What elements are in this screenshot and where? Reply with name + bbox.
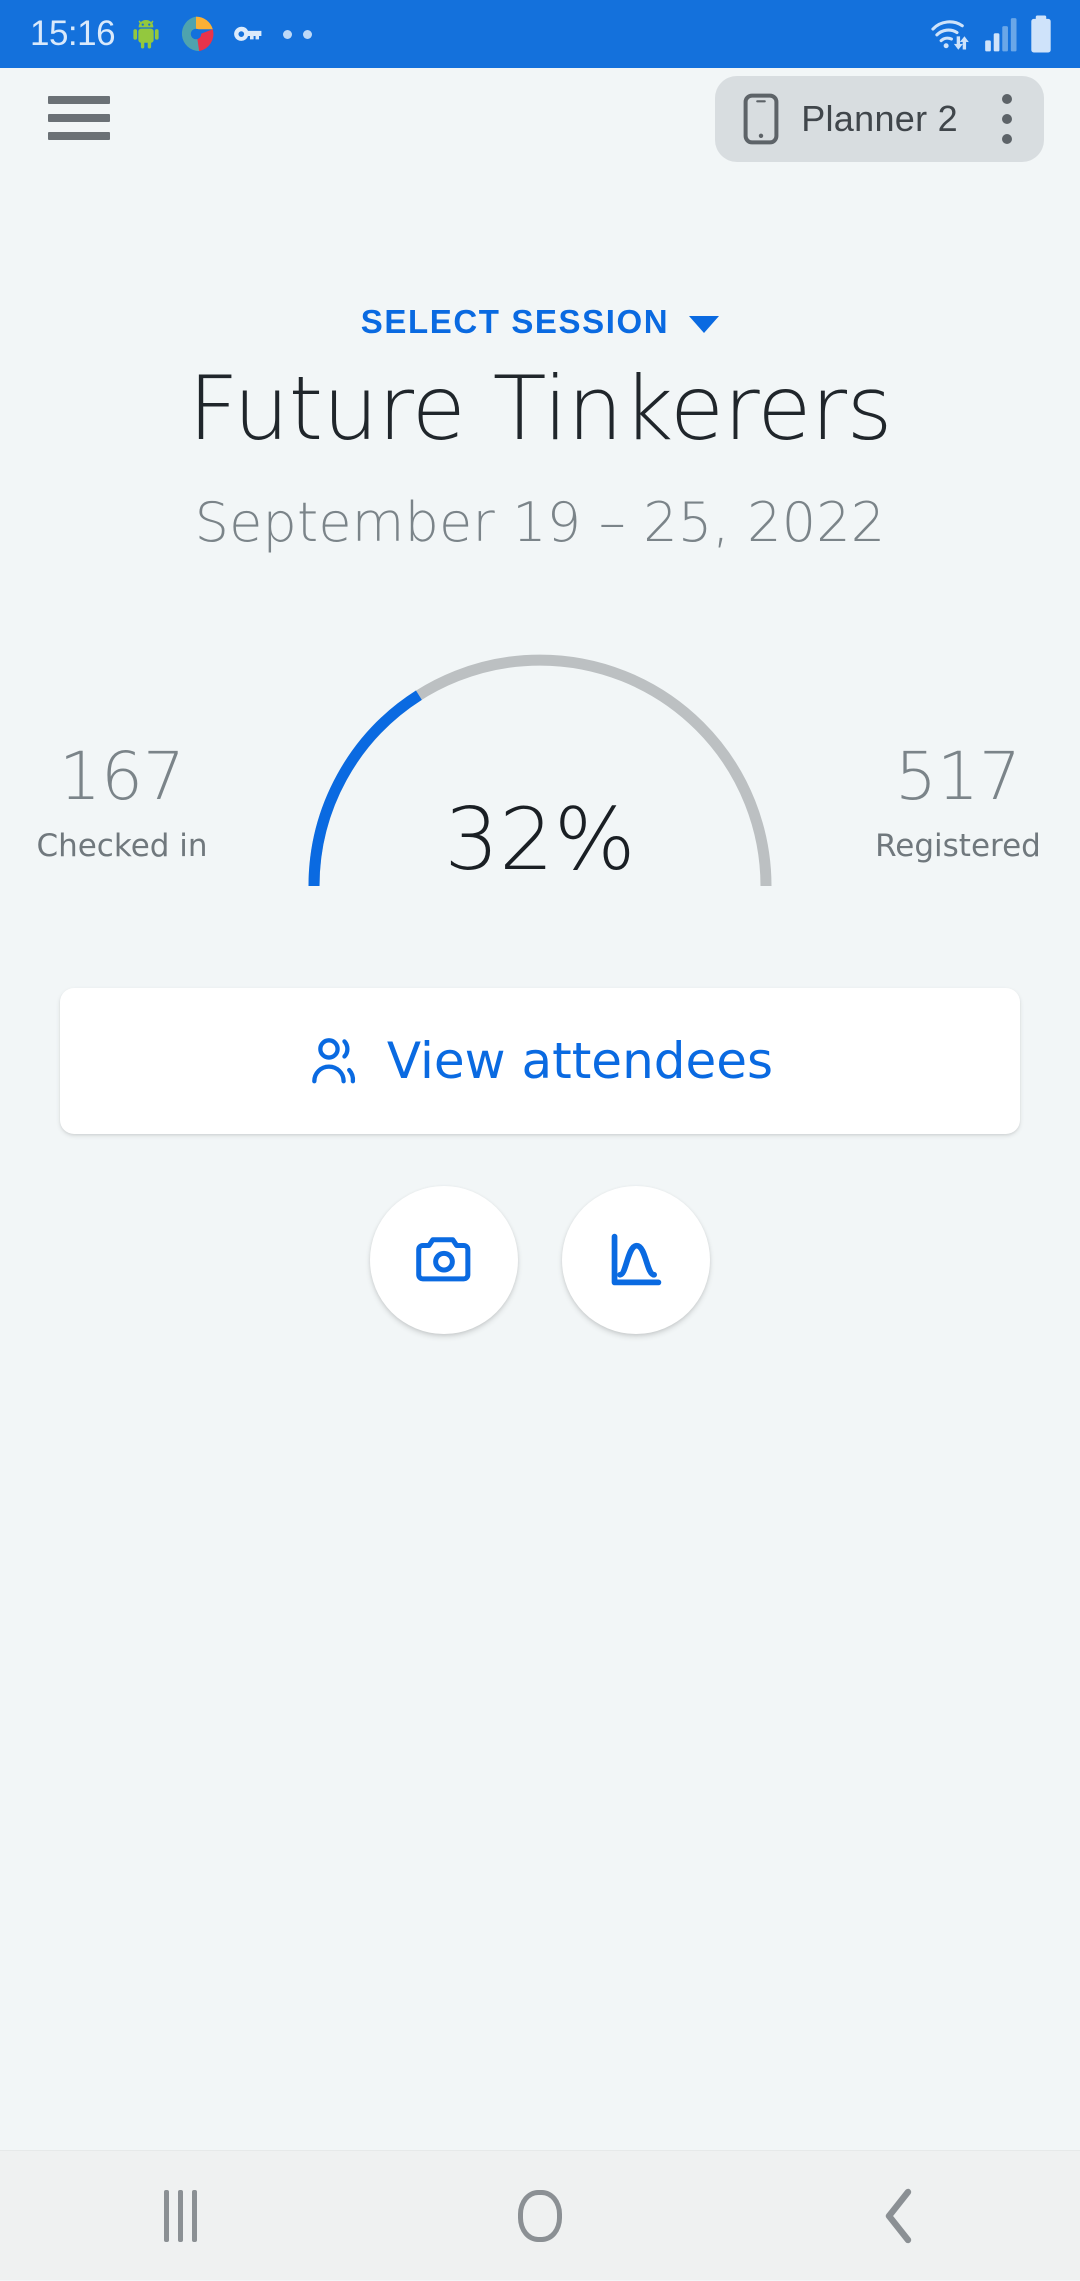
more-vertical-icon[interactable]: [980, 76, 1034, 162]
home-icon: [518, 2189, 562, 2242]
analytics-chart-button[interactable]: [562, 1186, 710, 1335]
battery-full-icon: [1031, 15, 1051, 53]
status-bar-left: 15:16: [30, 14, 313, 54]
device-pill-label: Planner 2: [801, 98, 958, 139]
scan-camera-button[interactable]: [370, 1186, 518, 1335]
chevron-down-icon: [689, 316, 720, 333]
checked-in-label: Checked in: [36, 828, 208, 865]
checked-in-value: 167: [59, 738, 185, 816]
select-session-button[interactable]: SELECT SESSION: [360, 303, 720, 341]
select-session-label: SELECT SESSION: [360, 303, 670, 340]
phone-device-icon: [743, 93, 779, 145]
checkin-gauge: 32% 167 Checked in 517 Registered: [0, 614, 1080, 914]
app-bar: Planner 2: [0, 68, 1080, 168]
device-selector-pill[interactable]: Planner 2: [715, 76, 1044, 162]
android-robot-icon: [133, 19, 159, 49]
wifi-icon: [931, 20, 969, 50]
hamburger-menu-icon[interactable]: [48, 96, 110, 140]
more-notifications-dots: [283, 29, 313, 39]
camera-icon: [416, 1237, 471, 1282]
vpn-key-icon: [234, 26, 262, 41]
overflow-dot: [1002, 114, 1012, 124]
app-circle-icon: [181, 16, 214, 52]
back-icon: [885, 2188, 912, 2243]
nav-recents-button[interactable]: [0, 2151, 360, 2281]
fab-row: [0, 1186, 1080, 1335]
hamburger-line: [48, 96, 110, 104]
view-attendees-button[interactable]: View attendees: [60, 988, 1020, 1135]
status-bar: 15:16: [0, 0, 1080, 68]
gauge-percent-label: 32%: [444, 790, 636, 891]
cellular-signal-icon: [985, 18, 1017, 52]
recents-bar: [177, 2189, 183, 2242]
overflow-dot: [1002, 134, 1012, 144]
nav-home-button[interactable]: [360, 2151, 720, 2281]
registered-label: Registered: [875, 828, 1041, 865]
chart-curve-icon: [611, 1234, 662, 1286]
nav-back-button[interactable]: [720, 2151, 1080, 2281]
status-bar-right: [930, 0, 1054, 68]
session-header: SELECT SESSION Future Tinkerers Septembe…: [0, 303, 1080, 554]
recents-bar: [191, 2189, 197, 2242]
hamburger-line: [48, 132, 110, 140]
recents-bar: [163, 2189, 169, 2242]
people-group-icon: [312, 1038, 355, 1084]
overflow-dot: [1002, 94, 1012, 104]
registered-value: 517: [895, 738, 1021, 816]
session-title: Future Tinkerers: [188, 357, 892, 460]
session-date-range: September 19 – 25, 2022: [194, 491, 886, 555]
hamburger-line: [48, 114, 110, 122]
android-nav-bar: [0, 2150, 1080, 2280]
recents-icon: [163, 2189, 197, 2242]
status-bar-clock: 15:16: [30, 14, 116, 53]
gauge-registered-stat: 517 Registered: [828, 738, 1080, 865]
view-attendees-label: View attendees: [386, 1032, 774, 1091]
gauge-checked-in-stat: 167 Checked in: [0, 738, 252, 865]
